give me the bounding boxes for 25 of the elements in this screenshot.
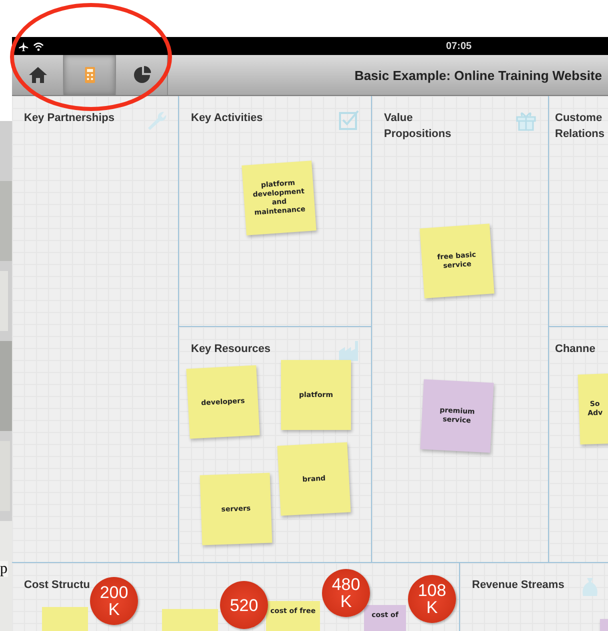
cost-badge: 520 <box>220 581 268 629</box>
status-time: 07:05 <box>446 40 472 52</box>
home-icon <box>28 65 48 85</box>
sticky-note[interactable] <box>162 609 218 631</box>
section-title: Cost Structu <box>24 578 90 593</box>
pie-chart-icon <box>132 65 152 85</box>
sticky-note[interactable] <box>42 607 88 631</box>
section-title: Value Propositions <box>384 111 452 142</box>
section-title: Revenue Streams <box>472 578 564 593</box>
cost-badge: 200 K <box>90 577 138 625</box>
airplane-icon <box>18 40 29 52</box>
home-button[interactable] <box>12 55 64 95</box>
section-title: Custome Relations <box>555 111 605 142</box>
cost-badge: 480 K <box>322 569 370 617</box>
canvas-title: Basic Example: Online Training Website <box>354 68 603 82</box>
page-text-fragment: p <box>0 561 8 577</box>
section-title: Key Activities <box>191 111 263 126</box>
cost-badge: 108 K <box>408 575 456 623</box>
section-title: Key Resources <box>191 342 270 357</box>
section-title: Key Partnerships <box>24 111 114 126</box>
check-icon <box>337 108 361 132</box>
section-title: Channe <box>555 342 596 357</box>
wifi-icon <box>33 40 44 52</box>
chart-button[interactable] <box>116 55 168 95</box>
factory-icon <box>337 339 361 363</box>
